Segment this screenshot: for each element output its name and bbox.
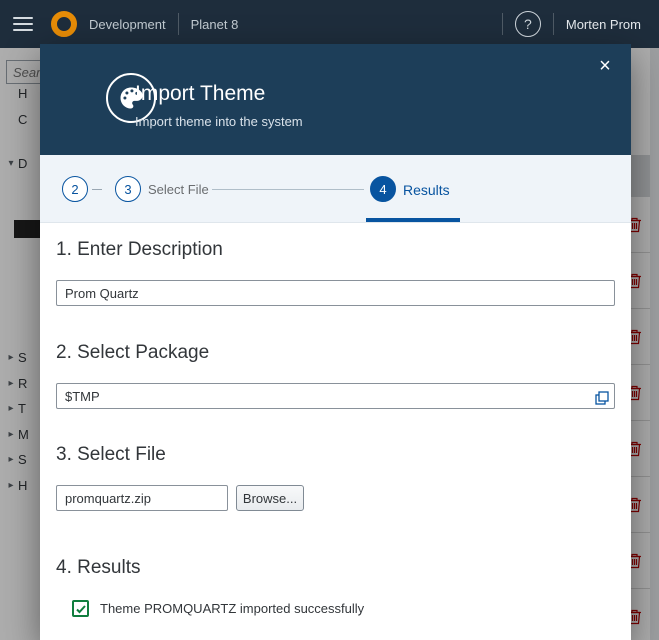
results-heading: 4. Results [56, 557, 141, 578]
step-4-circle[interactable]: 4 [370, 176, 396, 202]
description-heading: 1. Enter Description [56, 239, 223, 260]
step-3-label: Select File [148, 182, 209, 197]
menu-icon[interactable] [13, 17, 33, 31]
divider [501, 13, 503, 35]
step-connector [212, 189, 364, 190]
dialog-title: Import Theme [135, 82, 266, 105]
system-label: Planet 8 [190, 16, 239, 32]
active-step-underline [366, 218, 460, 222]
file-name-input[interactable] [56, 485, 228, 511]
step-4-label: Results [403, 182, 450, 198]
import-theme-dialog: Import Theme Import theme into the syste… [40, 44, 631, 640]
dialog-subtitle: Import theme into the system [135, 114, 303, 129]
screen: Development Planet 8 ? Morten Prom H C ▾… [0, 0, 659, 640]
divider [177, 13, 179, 35]
package-input[interactable] [56, 383, 615, 409]
environment-label: Development [89, 16, 166, 32]
dialog-header: Import Theme Import theme into the syste… [40, 44, 631, 155]
top-bar: Development Planet 8 ? Morten Prom [0, 0, 659, 48]
file-heading: 3. Select File [56, 444, 166, 465]
help-icon[interactable]: ? [514, 11, 541, 37]
step-2-circle[interactable]: 2 [62, 176, 88, 202]
wizard-steps-bar: 2 3 Select File 4 Results [40, 155, 631, 223]
step-3-circle[interactable]: 3 [115, 176, 141, 202]
result-row: Theme PROMQUARTZ imported successfully [72, 600, 364, 617]
user-menu[interactable]: Morten Prom [566, 17, 641, 32]
browse-button[interactable]: Browse... [236, 485, 304, 511]
close-icon[interactable]: × [593, 54, 617, 78]
dialog-body: 1. Enter Description 2. Select Package 3… [40, 223, 631, 640]
brand-logo-icon [51, 11, 77, 37]
value-help-icon[interactable] [592, 388, 612, 408]
step-connector [92, 189, 102, 190]
result-message: Theme PROMQUARTZ imported successfully [100, 601, 365, 616]
package-heading: 2. Select Package [56, 342, 210, 363]
divider [552, 13, 554, 35]
success-checkbox-icon [72, 600, 89, 617]
description-input[interactable] [56, 280, 615, 306]
